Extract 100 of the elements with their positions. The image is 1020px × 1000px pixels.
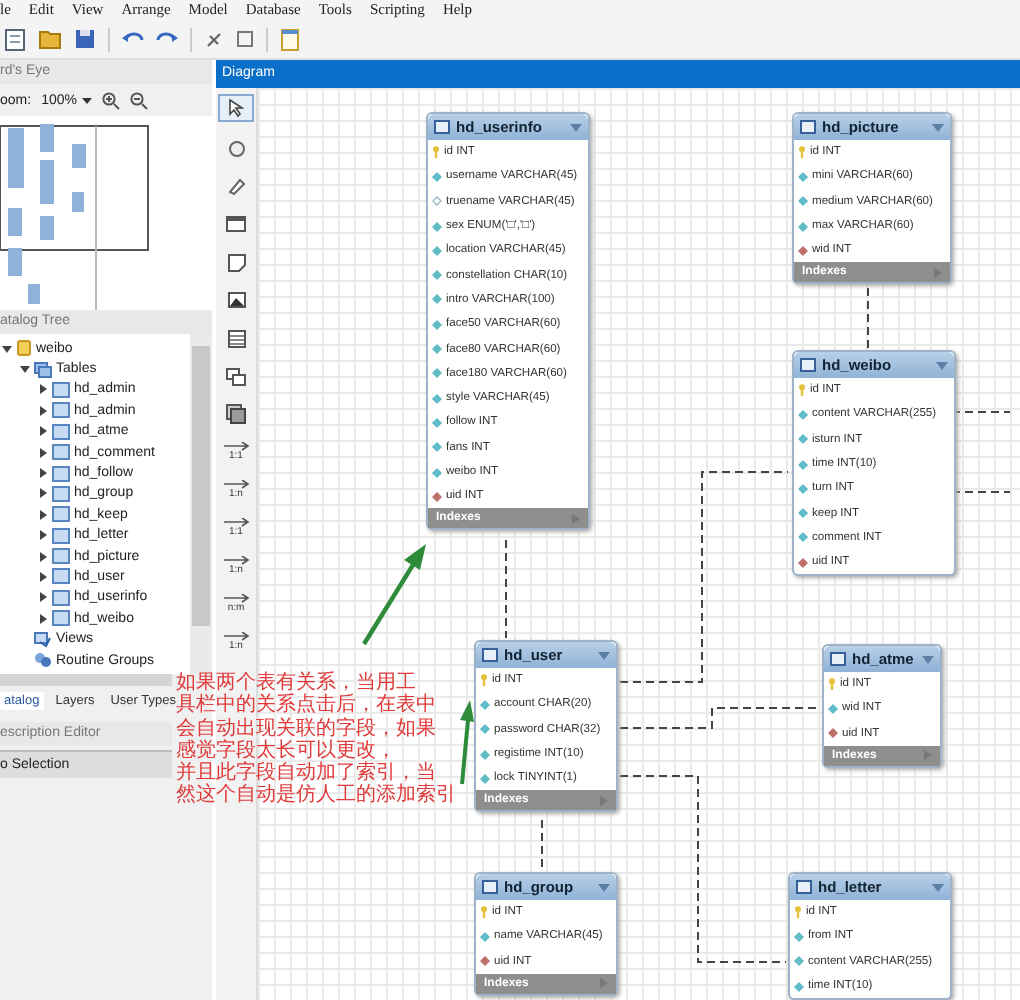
- diamond-icon: [432, 368, 442, 379]
- diamond-icon: [798, 483, 808, 494]
- expand-toggle[interactable]: [20, 364, 30, 375]
- relationship-line[interactable]: [619, 707, 821, 729]
- diamond-icon: [432, 270, 442, 281]
- expand-toggle[interactable]: [38, 571, 48, 582]
- document-icon[interactable]: [280, 27, 300, 51]
- view-icon: [226, 367, 246, 385]
- diamond-icon: [432, 467, 442, 477]
- key-icon: [432, 146, 440, 159]
- diamond-icon: [798, 196, 808, 207]
- tool-button[interactable]: [220, 212, 252, 236]
- save-icon[interactable]: [74, 28, 96, 50]
- tool-button[interactable]: [220, 402, 252, 426]
- diamond-icon: [480, 699, 490, 710]
- diamond-icon: [432, 171, 442, 182]
- table-icon: [482, 648, 498, 662]
- relationship-icon: [222, 518, 250, 528]
- key-icon: [798, 384, 806, 397]
- square-icon[interactable]: [236, 30, 254, 48]
- image-icon: [227, 292, 245, 308]
- relationship-line[interactable]: [951, 411, 1011, 413]
- diamond-icon: [432, 196, 442, 207]
- table-icon: [482, 880, 498, 894]
- undo-icon[interactable]: [122, 30, 144, 48]
- zoom-out-icon[interactable]: [130, 91, 149, 109]
- arrow: [460, 700, 474, 785]
- tables-icon: [34, 361, 52, 378]
- expand-toggle[interactable]: [2, 343, 12, 354]
- diamond-icon: [794, 956, 804, 967]
- key-icon: [480, 906, 488, 919]
- expand-toggle[interactable]: [38, 509, 48, 520]
- pointer-icon: [228, 98, 244, 118]
- views-icon: [34, 631, 52, 648]
- diamond-icon: [798, 532, 808, 543]
- relationship-icon: [222, 556, 250, 566]
- scrollbar[interactable]: [0, 674, 172, 686]
- diamond-icon: [828, 728, 838, 739]
- relationship-line[interactable]: [867, 287, 869, 349]
- relationship-line[interactable]: [505, 539, 507, 639]
- diamond-icon: [432, 393, 442, 404]
- relationship-icon: [222, 632, 250, 642]
- diamond-icon: [798, 557, 808, 568]
- tool-button[interactable]: [220, 364, 252, 388]
- diamond-icon: [432, 294, 442, 305]
- relationship-icon: [222, 480, 250, 490]
- caret-icon[interactable]: [82, 97, 93, 103]
- diamond-icon: [794, 931, 804, 942]
- diamond-icon: [480, 749, 490, 760]
- diamond-icon: [432, 491, 442, 502]
- scrollbar[interactable]: [190, 334, 212, 674]
- diamond-icon: [432, 319, 442, 330]
- table-icon: [830, 652, 846, 666]
- expand-toggle[interactable]: [38, 384, 48, 395]
- expand-toggle[interactable]: [38, 488, 48, 499]
- annotation-note: 如果两个表有关系，当用工 具栏中的关系点击后，在表中 会自动出现关联的字段，如果 感觉字段太长可以更改， 并且此字段自动加了索引，当 然这个自动是仿人工的添加索引: [176, 672, 456, 808]
- new-file-icon[interactable]: [4, 27, 26, 51]
- key-icon: [798, 146, 806, 159]
- expand-toggle[interactable]: [38, 405, 48, 416]
- diamond-icon: [798, 434, 808, 445]
- key-icon: [480, 674, 488, 687]
- table-icon: [227, 329, 245, 347]
- expand-toggle[interactable]: [38, 530, 48, 541]
- relationship-line[interactable]: [541, 819, 543, 871]
- relationship-icon: [222, 442, 250, 452]
- redo-icon[interactable]: [156, 30, 178, 48]
- diamond-icon: [480, 931, 490, 942]
- arrow: [362, 544, 426, 646]
- birdseye-map-drawing[interactable]: [0, 116, 212, 310]
- key-icon: [828, 678, 836, 691]
- table-icon: [796, 880, 812, 894]
- diamond-icon: [432, 442, 442, 453]
- diamond-icon: [798, 409, 808, 420]
- diamond-icon: [794, 981, 804, 992]
- database-icon: [16, 340, 32, 357]
- relationship-icon: [222, 594, 250, 604]
- diamond-icon: [432, 417, 442, 428]
- diamond-icon: [798, 459, 808, 470]
- tool-button[interactable]: [218, 94, 254, 122]
- folder-icon[interactable]: [38, 28, 62, 50]
- table-icon: [434, 120, 450, 134]
- diamond-icon: [432, 245, 442, 256]
- key-icon: [794, 906, 802, 919]
- expand-toggle[interactable]: [38, 426, 48, 437]
- diamond-icon: [798, 245, 808, 256]
- expand-toggle[interactable]: [38, 613, 48, 624]
- diagram-canvas[interactable]: [258, 88, 1020, 1000]
- expand-toggle[interactable]: [38, 468, 48, 479]
- diamond-icon: [480, 773, 490, 784]
- relationship-line[interactable]: [951, 491, 1011, 493]
- diamond-icon: [798, 221, 808, 232]
- zoom-in-icon[interactable]: [102, 91, 121, 109]
- diamond-icon: [432, 221, 442, 232]
- diamond-icon: [432, 344, 442, 355]
- expand-toggle[interactable]: [38, 592, 48, 603]
- note-icon: [227, 253, 245, 271]
- stacked-squares-icon: [226, 404, 246, 424]
- diamond-icon: [798, 171, 808, 182]
- expand-toggle[interactable]: [38, 447, 48, 458]
- expand-toggle[interactable]: [38, 551, 48, 562]
